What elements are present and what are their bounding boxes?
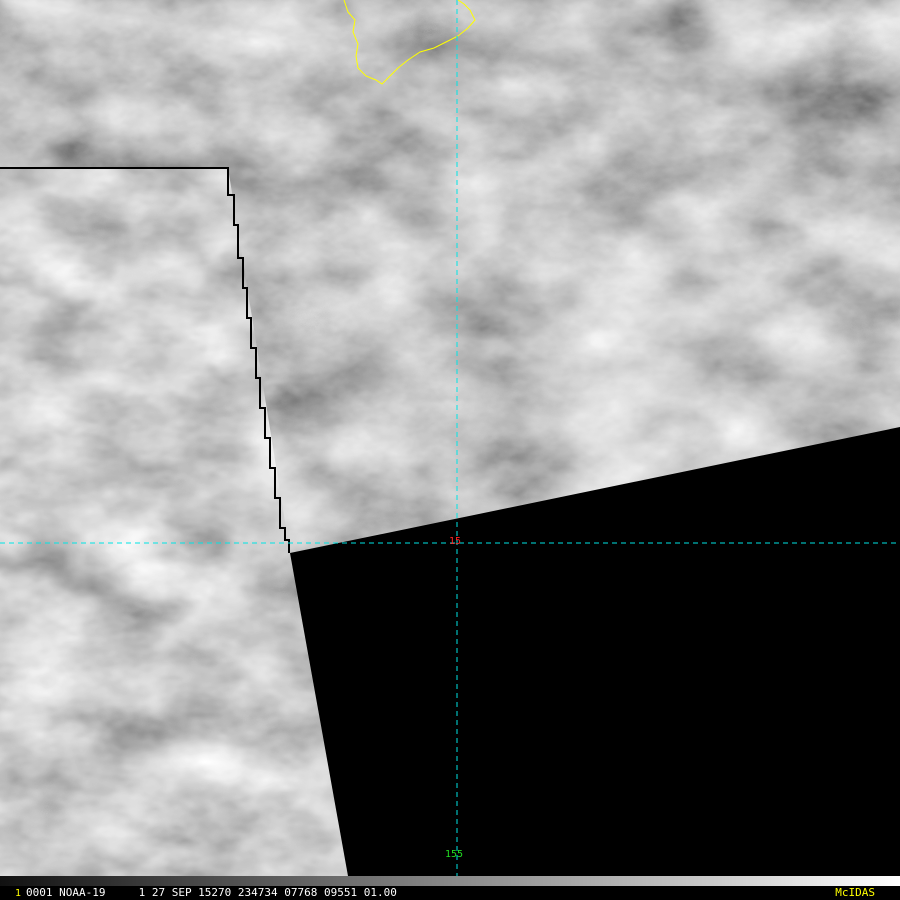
grayscale-bar bbox=[0, 876, 900, 886]
satellite-image bbox=[0, 0, 900, 876]
status-bar: 1 0001 NOAA-19 1 27 SEP 15270 234734 077… bbox=[0, 876, 900, 900]
satellite-image-frame: 15 155 1 0001 NOAA-19 1 27 SEP 15270 234… bbox=[0, 0, 900, 900]
image-info-text: 0001 NOAA-19 1 27 SEP 15270 234734 07768… bbox=[26, 886, 397, 899]
latitude-label: 15 bbox=[449, 536, 462, 547]
longitude-label: 155 bbox=[445, 849, 464, 860]
mcidas-brand: McIDAS bbox=[835, 886, 875, 899]
frame-number: 1 bbox=[15, 888, 22, 899]
